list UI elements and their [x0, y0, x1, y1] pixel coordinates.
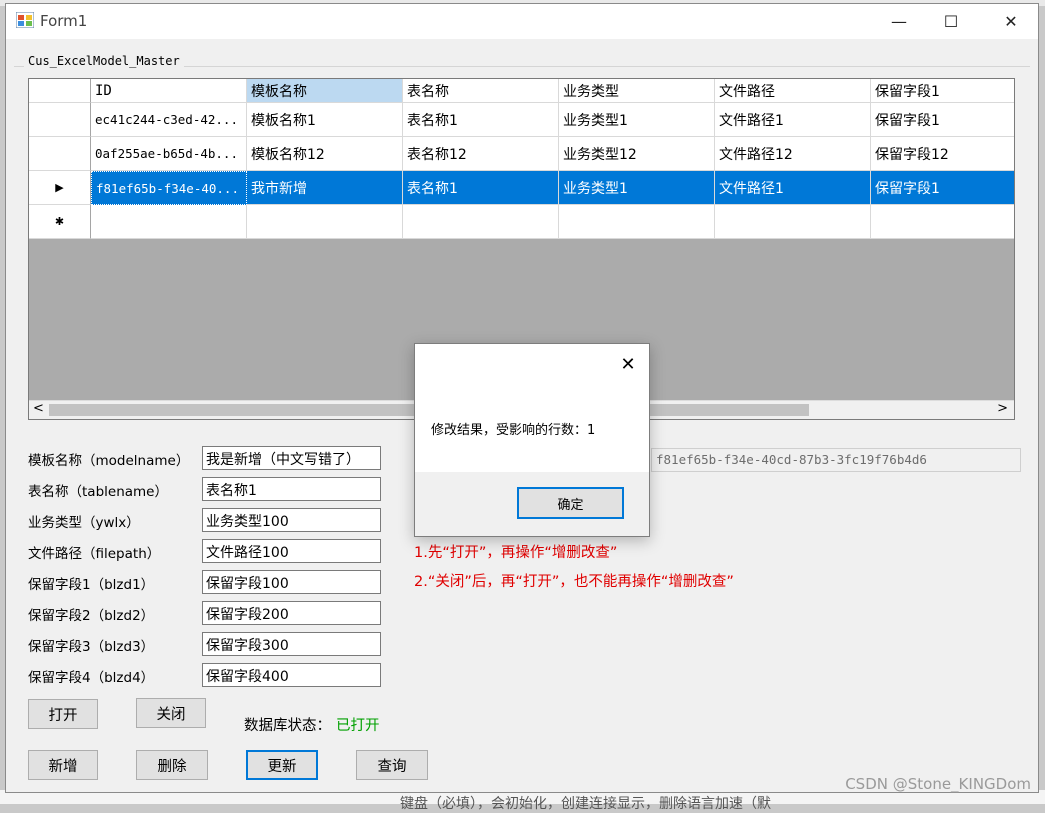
blzd2-field[interactable]: 保留字段200: [202, 601, 381, 625]
row-header[interactable]: [29, 103, 91, 137]
id-field[interactable]: f81ef65b-f34e-40cd-87b3-3fc19f76b4d6: [651, 448, 1021, 472]
add-button[interactable]: 新增: [28, 750, 98, 780]
window-title: Form1: [40, 12, 88, 30]
dialog-message: 修改结果，受影响的行数：1: [431, 423, 596, 438]
grid-cell[interactable]: 我市新增: [247, 171, 403, 205]
column-header[interactable]: 文件路径: [715, 79, 871, 103]
app-icon: [16, 12, 34, 28]
blzd4-label: 保留字段4（blzd4）: [28, 670, 155, 686]
grid-cell[interactable]: 表名称12: [403, 137, 559, 171]
column-header[interactable]: 保留字段1: [871, 79, 1014, 103]
grid-cell[interactable]: 模板名称12: [247, 137, 403, 171]
grid-cell[interactable]: [871, 205, 1014, 239]
maximize-button[interactable]: ☐: [928, 4, 974, 39]
ywlx-field[interactable]: 业务类型100: [202, 508, 381, 532]
new-row-marker-icon[interactable]: ✱: [29, 205, 91, 239]
grid-cell[interactable]: [247, 205, 403, 239]
grid-cell[interactable]: [559, 205, 715, 239]
blzd1-field[interactable]: 保留字段100: [202, 570, 381, 594]
grid-cell[interactable]: 表名称1: [403, 103, 559, 137]
scroll-left-icon[interactable]: <: [33, 401, 44, 416]
table-row-selected[interactable]: ▶ f81ef65b-f34e-40... 我市新增 表名称1 业务类型1 文件…: [29, 171, 1014, 205]
grid-cell[interactable]: [403, 205, 559, 239]
background-text: 键盘（必填），会初始化，创建连接显示，删除语言加速（默: [400, 796, 771, 812]
blzd3-field[interactable]: 保留字段300: [202, 632, 381, 656]
grid-cell[interactable]: 业务类型12: [559, 137, 715, 171]
db-status-label: 数据库状态：: [244, 718, 331, 734]
modelname-field[interactable]: 我是新增（中文写错了）: [202, 446, 381, 470]
grid-cell[interactable]: 业务类型1: [559, 171, 715, 205]
close-button[interactable]: ✕: [988, 4, 1034, 39]
instruction-note-1: 1.先“打开”，再操作“增删改查”: [414, 545, 618, 561]
grid-cell[interactable]: 保留字段12: [871, 137, 1014, 171]
grid-cell[interactable]: 文件路径1: [715, 171, 871, 205]
db-status-value: 已打开: [336, 718, 380, 734]
ywlx-label: 业务类型（ywlx）: [28, 515, 140, 531]
new-table-row[interactable]: ✱: [29, 205, 1014, 239]
grid-cell[interactable]: 模板名称1: [247, 103, 403, 137]
grid-cell[interactable]: 表名称1: [403, 171, 559, 205]
grid-cell[interactable]: 保留字段1: [871, 171, 1014, 205]
column-header[interactable]: 模板名称: [247, 79, 403, 103]
delete-button[interactable]: 删除: [136, 750, 208, 780]
scroll-right-icon[interactable]: >: [997, 401, 1008, 416]
modelname-label: 模板名称（modelname）: [28, 453, 190, 469]
ok-button[interactable]: 确定: [517, 487, 624, 519]
blzd4-field[interactable]: 保留字段400: [202, 663, 381, 687]
grid-cell[interactable]: 0af255ae-b65d-4b...: [91, 137, 247, 171]
minimize-button[interactable]: —: [876, 4, 922, 39]
query-button[interactable]: 查询: [356, 750, 428, 780]
dialog-footer: 确定: [415, 472, 649, 536]
group-label: Cus_ExcelModel_Master: [24, 54, 184, 68]
grid-cell[interactable]: 文件路径12: [715, 137, 871, 171]
message-dialog: ✕ 修改结果，受影响的行数：1 确定: [414, 343, 650, 537]
blzd3-label: 保留字段3（blzd3）: [28, 639, 155, 655]
tablename-label: 表名称（tablename）: [28, 484, 168, 500]
open-button[interactable]: 打开: [28, 699, 98, 729]
grid-corner-cell[interactable]: [29, 79, 91, 103]
close-db-button[interactable]: 关闭: [136, 698, 206, 728]
blzd2-label: 保留字段2（blzd2）: [28, 608, 155, 624]
tablename-field[interactable]: 表名称1: [202, 477, 381, 501]
filepath-field[interactable]: 文件路径100: [202, 539, 381, 563]
table-row[interactable]: 0af255ae-b65d-4b... 模板名称12 表名称12 业务类型12 …: [29, 137, 1014, 171]
instruction-note-2: 2.“关闭”后，再“打开”，也不能再操作“增删改查”: [414, 574, 734, 590]
column-header[interactable]: ID: [91, 79, 247, 103]
update-button[interactable]: 更新: [246, 750, 318, 780]
grid-cell[interactable]: 保留字段1: [871, 103, 1014, 137]
grid-cell[interactable]: f81ef65b-f34e-40...: [91, 171, 247, 205]
grid-cell[interactable]: [91, 205, 247, 239]
grid-cell[interactable]: [715, 205, 871, 239]
grid-cell[interactable]: 文件路径1: [715, 103, 871, 137]
table-row[interactable]: ec41c244-c3ed-42... 模板名称1 表名称1 业务类型1 文件路…: [29, 103, 1014, 137]
current-row-marker-icon[interactable]: ▶: [29, 171, 91, 205]
watermark-text: CSDN @Stone_KINGDom: [845, 775, 1031, 793]
filepath-label: 文件路径（filepath）: [28, 546, 161, 562]
dialog-close-icon[interactable]: ✕: [613, 350, 643, 378]
column-header[interactable]: 业务类型: [559, 79, 715, 103]
title-bar[interactable]: Form1 — ☐ ✕: [6, 4, 1038, 39]
grid-cell[interactable]: 业务类型1: [559, 103, 715, 137]
column-header[interactable]: 表名称: [403, 79, 559, 103]
row-header[interactable]: [29, 137, 91, 171]
grid-cell[interactable]: ec41c244-c3ed-42...: [91, 103, 247, 137]
blzd1-label: 保留字段1（blzd1）: [28, 577, 155, 593]
